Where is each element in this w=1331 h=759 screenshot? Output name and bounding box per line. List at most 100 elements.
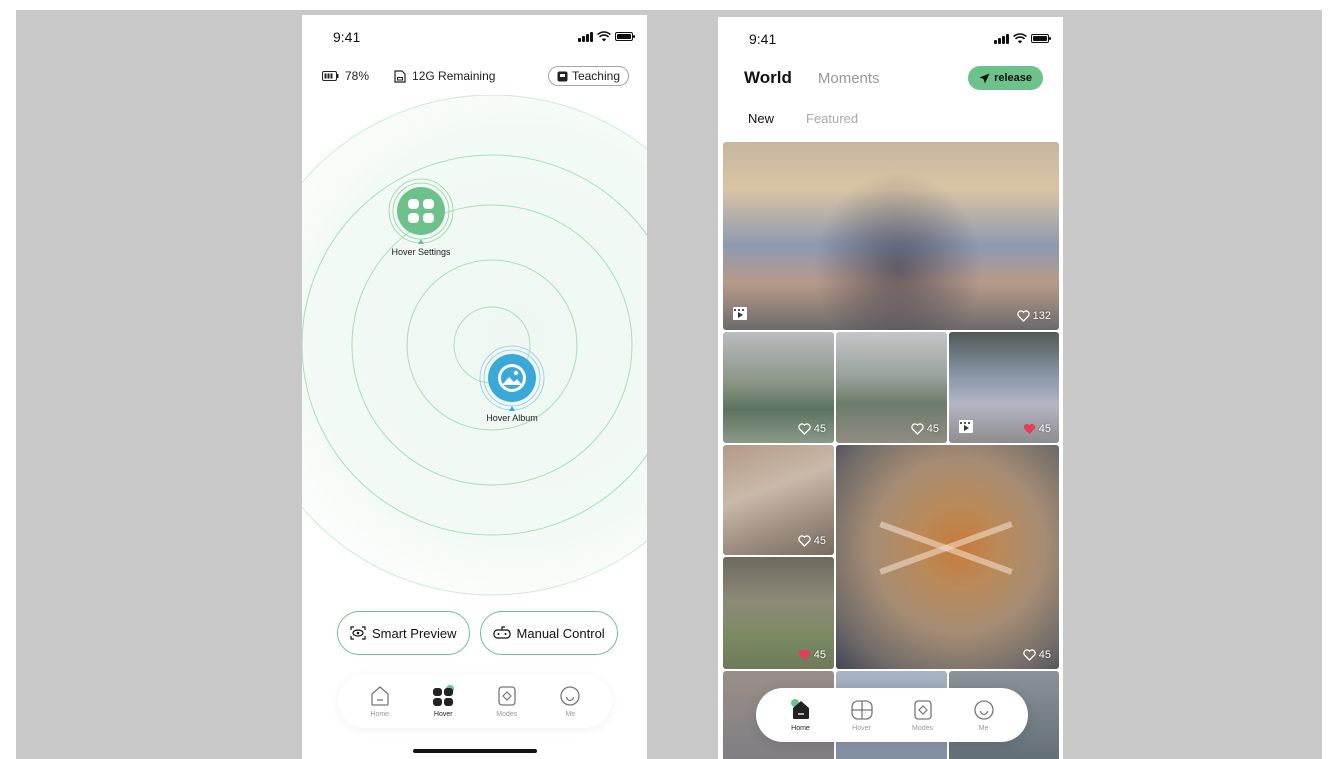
smart-preview-label: Smart Preview	[372, 625, 457, 641]
preview-eye-icon	[350, 626, 366, 640]
battery-icon	[615, 32, 635, 41]
like-counter[interactable]: 45	[798, 649, 826, 661]
hover-screen: 9:41 78% 12G Remaining Teaching Hover Se…	[302, 15, 647, 759]
manual-control-button[interactable]: Manual Control	[479, 611, 618, 655]
me-icon	[973, 699, 994, 720]
tab-hover-label: Hover	[852, 724, 871, 732]
like-counter[interactable]: 45	[798, 535, 826, 547]
heart-outline-icon	[798, 535, 811, 547]
tab-home-label: Home	[791, 724, 810, 732]
hover-settings-label: Hover Settings	[391, 247, 451, 257]
frame-right	[1322, 0, 1331, 759]
signal-icon	[578, 31, 593, 42]
device-info-row: 78% 12G Remaining Teaching	[322, 66, 629, 86]
tab-hover-label: Hover	[433, 710, 453, 718]
feed-subtabs: New Featured	[748, 111, 858, 126]
like-count: 45	[813, 535, 826, 547]
tab-me-label: Me	[978, 724, 989, 732]
release-label: release	[994, 72, 1032, 84]
tab-home[interactable]: Home	[776, 698, 826, 732]
like-count: 45	[1038, 423, 1051, 435]
hover-settings-node[interactable]	[388, 178, 454, 244]
like-count: 45	[813, 649, 826, 661]
modes-icon	[913, 699, 932, 720]
album-icon	[498, 364, 526, 392]
storage-status: 12G Remaining	[394, 69, 495, 83]
feed-item[interactable]: 45	[723, 332, 834, 443]
heart-outline-icon	[1016, 310, 1030, 322]
like-count: 45	[1038, 649, 1051, 661]
battery-status: 78%	[322, 69, 369, 83]
me-icon	[560, 685, 580, 706]
signal-icon	[994, 33, 1009, 44]
status-time: 9:41	[333, 29, 361, 45]
feed-item[interactable]: 45	[836, 445, 1059, 669]
radar-view	[302, 95, 647, 596]
teaching-button[interactable]: Teaching	[547, 66, 629, 86]
subtab-new[interactable]: New	[748, 111, 774, 126]
heart-filled-icon	[1023, 423, 1035, 434]
status-bar: 9:41	[302, 29, 647, 47]
video-icon	[959, 420, 973, 433]
controller-icon	[492, 626, 511, 639]
radar-ring-outer	[302, 95, 647, 596]
tab-world[interactable]: World	[744, 68, 792, 91]
storage-remaining: 12G Remaining	[412, 69, 496, 83]
tab-hover[interactable]: Hover	[837, 699, 887, 732]
tab-hover[interactable]: Hover	[418, 684, 468, 718]
battery-percent: 78%	[345, 69, 370, 83]
heart-filled-icon	[798, 649, 810, 660]
smart-preview-button[interactable]: Smart Preview	[337, 611, 470, 655]
world-header: World Moments release	[744, 65, 1043, 91]
teaching-icon	[557, 71, 568, 81]
like-counter[interactable]: 132	[1016, 310, 1051, 322]
tab-home-label: Home	[370, 710, 390, 718]
like-counter[interactable]: 45	[1023, 423, 1051, 435]
hover-album-node[interactable]	[479, 345, 545, 411]
manual-control-label: Manual Control	[516, 625, 605, 641]
home-indicator	[413, 749, 537, 753]
tab-moments[interactable]: Moments	[818, 70, 880, 87]
tab-me[interactable]: Me	[545, 685, 595, 718]
feed-item[interactable]: 45	[723, 445, 834, 555]
feed-item[interactable]: 45	[949, 332, 1059, 443]
like-count: 45	[813, 423, 826, 435]
bottom-tab-bar: Home Hover Modes Me	[756, 688, 1028, 742]
release-button[interactable]: release	[968, 66, 1043, 90]
heart-outline-icon	[1023, 649, 1036, 661]
battery-icon	[1031, 34, 1051, 43]
battery-level-icon	[322, 71, 339, 81]
sd-card-icon	[394, 69, 406, 83]
tab-me[interactable]: Me	[959, 699, 1009, 732]
frame-left	[0, 0, 16, 759]
like-counter[interactable]: 45	[798, 423, 826, 435]
like-counter[interactable]: 45	[911, 423, 939, 435]
modes-icon	[498, 685, 516, 706]
home-icon	[371, 685, 389, 706]
status-time: 9:41	[749, 31, 777, 47]
like-count: 132	[1032, 310, 1051, 322]
tab-modes[interactable]: Modes	[482, 685, 532, 718]
heart-outline-icon	[911, 423, 924, 435]
heart-outline-icon	[798, 423, 811, 435]
home-icon	[790, 698, 809, 719]
system-icons	[994, 33, 1051, 44]
feed-item[interactable]: 45	[836, 332, 947, 443]
teaching-label: Teaching	[571, 69, 620, 83]
feed-item[interactable]: 132	[723, 142, 1059, 330]
tab-modes[interactable]: Modes	[898, 699, 948, 732]
tab-home[interactable]: Home	[355, 685, 405, 718]
feed-item[interactable]: 45	[723, 557, 834, 669]
hover-album-label: Hover Album	[486, 413, 538, 423]
wifi-icon	[1013, 33, 1027, 44]
frame-top	[0, 0, 1331, 10]
action-buttons: Smart Preview Manual Control	[337, 611, 618, 655]
hover-icon	[433, 684, 455, 706]
hover-icon	[850, 699, 873, 720]
wifi-icon	[597, 31, 611, 42]
like-count: 45	[926, 423, 939, 435]
like-counter[interactable]: 45	[1023, 649, 1051, 661]
status-bar: 9:41	[718, 31, 1063, 49]
tab-me-label: Me	[565, 710, 576, 718]
subtab-featured[interactable]: Featured	[806, 111, 858, 126]
